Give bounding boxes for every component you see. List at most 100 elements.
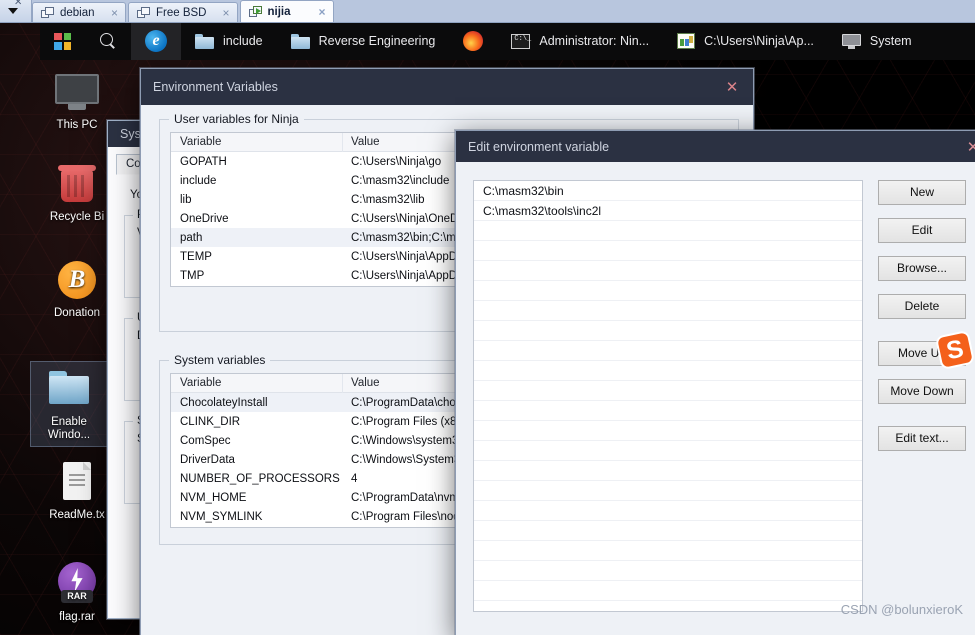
list-item[interactable]: [474, 561, 862, 581]
close-icon[interactable]: ×: [213, 6, 230, 20]
list-item[interactable]: [474, 501, 862, 521]
sogou-ime-logo-icon: S: [937, 332, 975, 368]
list-item[interactable]: C:\masm32\bin: [474, 181, 862, 201]
delete-button[interactable]: Delete: [878, 294, 966, 319]
tab-nijia[interactable]: nijia ×: [239, 0, 334, 22]
windows-logo-icon: [54, 32, 71, 50]
taskbar-item-system[interactable]: System: [828, 22, 926, 60]
rar-badge: RAR: [61, 590, 93, 603]
taskbar-item-label: Reverse Engineering: [318, 34, 436, 48]
close-icon[interactable]: ✕: [14, 0, 22, 8]
taskbar-item-label: include: [223, 34, 263, 48]
list-item[interactable]: [474, 441, 862, 461]
list-item[interactable]: [474, 241, 862, 261]
browse-button[interactable]: Browse...: [878, 256, 966, 281]
tab-free-bsd[interactable]: Free BSD ×: [128, 2, 238, 22]
command-prompt-icon: C:\_: [511, 33, 531, 49]
chevron-down-icon[interactable]: [8, 8, 18, 14]
column-header-variable: Variable: [171, 133, 343, 152]
list-item[interactable]: [474, 521, 862, 541]
chart-document-icon: [677, 33, 696, 49]
variable-name: include: [180, 174, 217, 187]
system-variables-group-label: System variables: [169, 353, 271, 367]
search-icon: [99, 32, 117, 50]
tab-debian[interactable]: debian ×: [32, 2, 126, 22]
variable-name: NVM_HOME: [180, 491, 247, 504]
desktop-icon-label: ReadMe.tx: [49, 509, 105, 521]
user-variables-group-label: User variables for Ninja: [169, 112, 304, 126]
list-item[interactable]: C:\masm32\tools\inc2l: [474, 201, 862, 221]
list-item[interactable]: [474, 281, 862, 301]
close-icon[interactable]: ×: [309, 5, 326, 19]
close-icon[interactable]: ×: [101, 6, 118, 20]
list-item[interactable]: [474, 381, 862, 401]
variable-name: CLINK_DIR: [180, 415, 241, 428]
taskbar-item-label: Administrator: Nin...: [539, 34, 650, 48]
desktop-icon-label: flag.rar: [59, 611, 95, 623]
taskbar: e include Reverse Engineering C:\_ Admin…: [40, 22, 975, 60]
taskbar-item-include[interactable]: include: [181, 22, 277, 60]
taskbar-item-label: C:\Users\Ninja\Ap...: [704, 34, 814, 48]
list-item[interactable]: [474, 401, 862, 421]
desktop-icon-label: Donation: [53, 307, 101, 319]
taskbar-item-administrator-ninja[interactable]: C:\_ Administrator: Nin...: [497, 22, 663, 60]
firefox-icon: [463, 31, 484, 51]
variable-name: DriverData: [180, 453, 235, 466]
desktop-icon-this-pc[interactable]: This PC: [38, 68, 116, 132]
list-item[interactable]: [474, 481, 862, 501]
folder-icon: [195, 33, 214, 49]
desktop-icon-label: Recycle Bi: [49, 211, 105, 223]
screen: This PC Recycle Bi B Donation Enable Win…: [0, 0, 975, 635]
variable-name: NVM_SYMLINK: [180, 510, 263, 523]
variable-name: OneDrive: [180, 212, 229, 225]
edit-button[interactable]: Edit: [878, 218, 966, 243]
edit-dialog-body: C:\masm32\bin C:\masm32\tools\inc2l New …: [456, 162, 975, 612]
desktop-icon-donation[interactable]: B Donation: [38, 256, 116, 320]
bitcoin-icon: B: [51, 256, 103, 304]
path-entries-list[interactable]: C:\masm32\bin C:\masm32\tools\inc2l: [473, 180, 863, 612]
variable-name: path: [180, 231, 203, 244]
edit-text-button[interactable]: Edit text...: [878, 426, 966, 451]
list-item[interactable]: [474, 581, 862, 601]
terminal-tab-icon: [41, 6, 54, 19]
move-down-button[interactable]: Move Down: [878, 379, 966, 404]
list-item[interactable]: [474, 461, 862, 481]
search-button[interactable]: [85, 22, 131, 60]
new-button[interactable]: New: [878, 180, 966, 205]
variable-name: NUMBER_OF_PROCESSORS: [180, 472, 340, 485]
list-item[interactable]: [474, 341, 862, 361]
list-item[interactable]: [474, 421, 862, 441]
list-item[interactable]: [474, 321, 862, 341]
taskbar-item-label: System: [869, 34, 912, 48]
desktop-icon-flag-rar[interactable]: RAR flag.rar: [38, 560, 116, 624]
variable-name: GOPATH: [180, 155, 227, 168]
terminal-tab-icon: [137, 6, 150, 19]
text-file-icon: [51, 458, 103, 506]
desktop-icon-label: This PC: [56, 119, 98, 131]
list-item[interactable]: [474, 361, 862, 381]
list-item[interactable]: [474, 541, 862, 561]
variable-name: TMP: [180, 269, 205, 282]
desktop-icon-enable-windows[interactable]: Enable Windo...: [30, 361, 108, 447]
start-button[interactable]: [40, 22, 85, 60]
taskbar-item-users-ninja-app[interactable]: C:\Users\Ninja\Ap...: [663, 22, 828, 60]
edit-dialog-buttons: New Edit Browse... Delete Move Up Move D…: [863, 180, 975, 612]
list-item[interactable]: [474, 221, 862, 241]
tab-label: Free BSD: [156, 6, 207, 19]
watermark: CSDN @bolunxieroK: [840, 602, 963, 617]
taskbar-item-reverse-engineering[interactable]: Reverse Engineering: [277, 22, 450, 60]
list-item[interactable]: [474, 301, 862, 321]
taskbar-item-edge[interactable]: e: [131, 22, 181, 60]
close-icon[interactable]: ✕: [952, 132, 975, 162]
folder-icon: [290, 33, 310, 49]
tab-list-dropdown[interactable]: ✕: [0, 0, 32, 22]
taskbar-item-firefox[interactable]: [449, 22, 497, 60]
list-item[interactable]: [474, 261, 862, 281]
desktop-icon-recycle-bin[interactable]: Recycle Bi: [38, 160, 116, 224]
tab-label: nijia: [267, 5, 291, 18]
close-icon[interactable]: ✕: [711, 72, 753, 102]
recycle-bin-icon: [51, 160, 103, 208]
desktop-icon-readme[interactable]: ReadMe.tx: [38, 458, 116, 522]
edit-dialog-titlebar: Edit environment variable ✕: [456, 131, 975, 162]
env-dialog-title: Environment Variables: [153, 80, 278, 94]
